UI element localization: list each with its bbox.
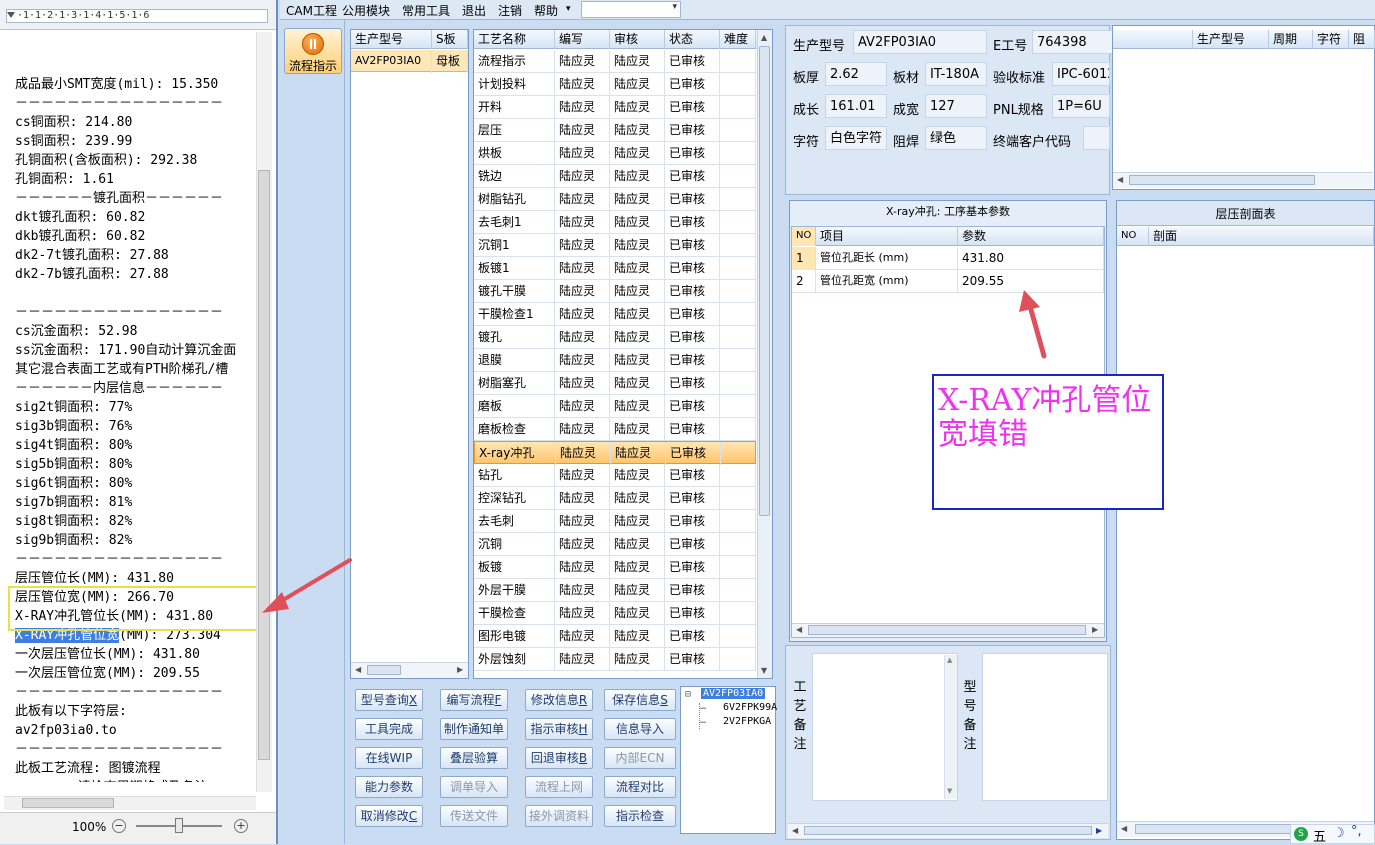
punctuation-icon: °,	[1351, 824, 1362, 839]
ime-mode: 五	[1313, 830, 1327, 845]
annotation-arrows	[262, 290, 1047, 613]
ime-logo-icon: S	[1294, 827, 1308, 841]
ime-indicator[interactable]: S 五 ☽ °,	[1290, 824, 1375, 845]
arrow-to-param	[1019, 290, 1047, 359]
moon-icon: ☽	[1333, 826, 1345, 841]
arrow-to-editor	[262, 558, 352, 613]
